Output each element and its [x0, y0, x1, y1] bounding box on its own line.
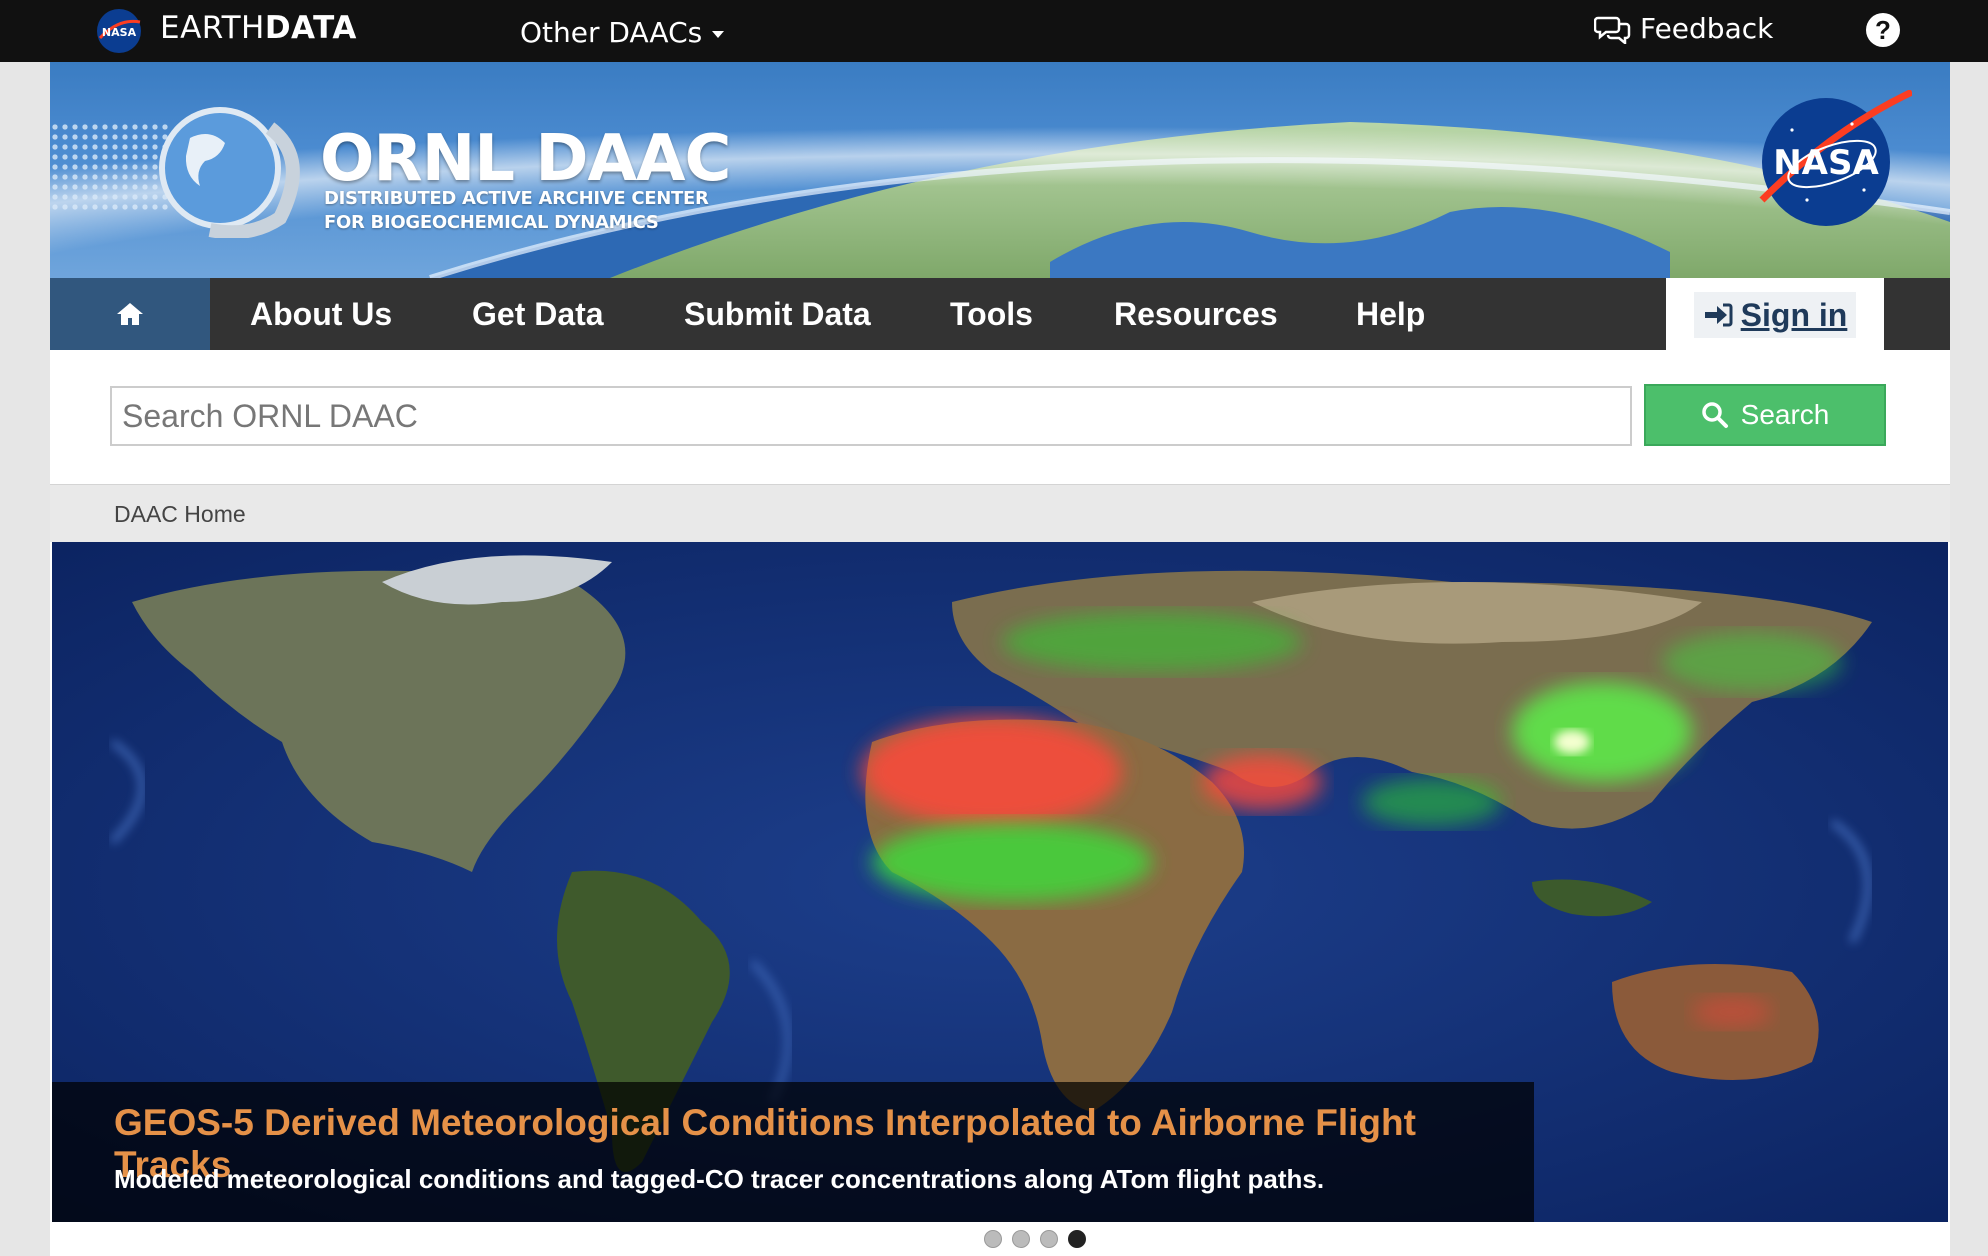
sign-in-label: Sign in — [1740, 296, 1848, 333]
banner-title[interactable]: ORNL DAAC — [320, 122, 731, 196]
chevron-down-icon — [712, 30, 725, 38]
sign-in-icon — [1704, 303, 1733, 327]
chat-bubbles-icon — [1594, 16, 1631, 44]
svg-text:NASA: NASA — [1773, 143, 1879, 183]
sign-in-container: Sign in — [1666, 278, 1884, 350]
breadcrumb-home[interactable]: DAAC Home — [114, 501, 246, 528]
feedback-label: Feedback — [1640, 12, 1774, 45]
nav-item-get-data[interactable]: Get Data — [472, 278, 604, 350]
home-button[interactable] — [50, 278, 210, 350]
search-input[interactable] — [110, 386, 1632, 446]
help-icon[interactable]: ? — [1866, 13, 1900, 47]
featured-carousel[interactable]: GEOS-5 Derived Meteorological Conditions… — [52, 542, 1948, 1222]
carousel-caption: GEOS-5 Derived Meteorological Conditions… — [52, 1082, 1534, 1222]
banner-subtitle-line1: DISTRIBUTED ACTIVE ARCHIVE CENTER — [324, 188, 709, 209]
nav-item-submit-data[interactable]: Submit Data — [684, 278, 871, 350]
feedback-link[interactable]: Feedback — [1594, 12, 1773, 45]
nasa-logo-icon[interactable]: NASA — [1752, 90, 1912, 230]
main-nav: About Us Get Data Submit Data Tools Reso… — [50, 278, 1950, 350]
home-icon — [117, 303, 143, 325]
svg-text:NASA: NASA — [102, 26, 137, 39]
ornl-daac-banner: ORNL DAAC DISTRIBUTED ACTIVE ARCHIVE CEN… — [50, 62, 1950, 278]
nav-item-help[interactable]: Help — [1356, 278, 1425, 350]
nav-item-about-us[interactable]: About Us — [250, 278, 392, 350]
carousel-description: Modeled meteorological conditions and ta… — [114, 1164, 1325, 1194]
search-icon — [1701, 402, 1728, 428]
nav-item-tools[interactable]: Tools — [950, 278, 1033, 350]
earthdata-topbar: NASA EARTHDATA Other DAACs Feedback ? — [0, 0, 1988, 62]
main-panel: ORNL DAAC DISTRIBUTED ACTIVE ARCHIVE CEN… — [50, 62, 1950, 1256]
carousel-dot-1[interactable] — [984, 1230, 1002, 1248]
search-button[interactable]: Search — [1644, 384, 1886, 446]
carousel-dot-4[interactable] — [1068, 1230, 1086, 1248]
carousel-dot-3[interactable] — [1040, 1230, 1058, 1248]
sign-in-button[interactable]: Sign in — [1694, 292, 1856, 338]
nasa-meatball-icon[interactable]: NASA — [96, 8, 142, 54]
earthdata-brand[interactable]: EARTHDATA — [160, 10, 357, 46]
other-daacs-dropdown[interactable]: Other DAACs — [520, 16, 725, 49]
carousel-indicators — [984, 1230, 1086, 1248]
breadcrumb: DAAC Home — [50, 484, 1950, 542]
search-button-label: Search — [1740, 399, 1830, 430]
carousel-dot-2[interactable] — [1012, 1230, 1030, 1248]
nav-item-resources[interactable]: Resources — [1114, 278, 1278, 350]
banner-subtitle-line2: FOR BIOGEOCHEMICAL DYNAMICS — [324, 212, 659, 233]
ornl-globe-icon — [159, 107, 300, 238]
